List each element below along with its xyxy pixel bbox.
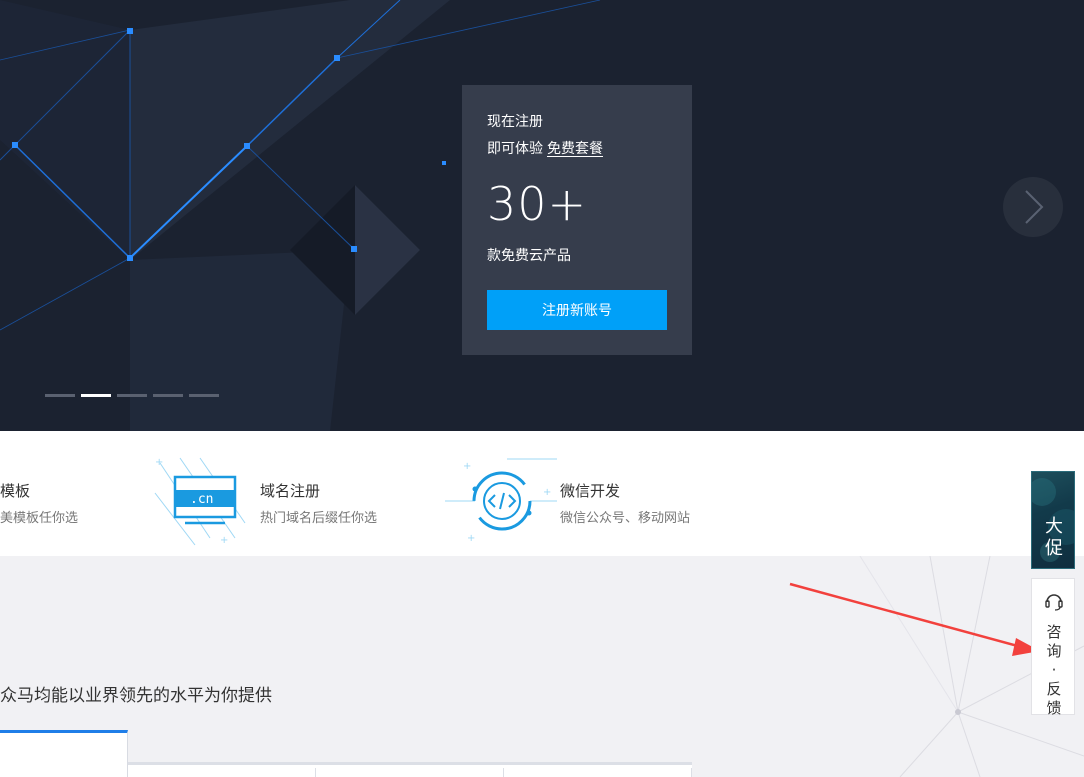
consult-feedback-label: 咨询·反馈 [1046,623,1062,717]
carousel-dot-3[interactable] [117,394,147,397]
feature-domain[interactable]: + + .cn 域名注册 热门域名后缀任你选 [150,431,410,556]
svg-text:+: + [463,461,471,472]
feature-title: 域名注册 [260,482,321,500]
background-network-lines [789,556,1084,777]
svg-text:+: + [220,535,228,546]
chevron-right-icon [1025,190,1044,224]
consult-feedback-float-button[interactable]: 咨询·反馈 [1031,578,1075,717]
service-tab-strip [128,762,692,777]
feature-wechat[interactable]: + + + 微信开发 微信公众号、移动网站 [445,431,715,556]
service-tab-active[interactable] [0,730,128,777]
register-promo-card: 现在注册 即可体验 免费套餐 30+ 款免费云产品 注册新账号 [462,85,692,355]
feature-template[interactable]: 模板 美模板任你选 [0,431,140,556]
lower-section: 众马均能以业界领先的水平为你提供 [0,556,1084,777]
svg-text:+: + [155,457,163,468]
carousel-dot-2[interactable] [81,394,111,397]
feature-title: 模板 [0,482,31,500]
domain-cn-icon-text: .cn [190,492,213,507]
section-intro-text: 众马均能以业界领先的水平为你提供 [0,686,272,706]
carousel-dot-1[interactable] [45,394,75,397]
hero-banner: 现在注册 即可体验 免费套餐 30+ 款免费云产品 注册新账号 [0,0,1084,431]
feature-strip: 模板 美模板任你选 + + .cn 域名注册 热门域名后缀任你选 + + + 微… [0,431,1084,556]
svg-text:+: + [467,533,475,544]
carousel-dot-4[interactable] [153,394,183,397]
promo-try-text: 即可体验 [487,141,543,157]
headset-icon [1045,594,1063,611]
promo-product-subtitle: 款免费云产品 [487,248,571,264]
feature-desc: 微信公众号、移动网站 [560,511,691,526]
feature-desc: 热门域名后缀任你选 [260,511,378,526]
feature-desc: 美模板任你选 [0,511,79,526]
domain-cn-icon: + + .cn [154,457,246,546]
feature-title: 微信开发 [560,482,621,500]
register-account-button[interactable]: 注册新账号 [487,290,667,330]
carousel-dot-5[interactable] [189,394,219,397]
promo-line-try: 即可体验 免费套餐 [487,138,603,158]
promo-product-count: 30+ [487,177,588,231]
free-package-link[interactable]: 免费套餐 [547,141,603,157]
wechat-code-icon: + + + [445,458,557,544]
carousel-indicators [45,394,219,397]
promotion-label: 大促 [1045,516,1063,559]
carousel-next-button[interactable] [1003,177,1063,237]
svg-text:+: + [543,487,551,498]
promotion-float-button[interactable]: 大促 [1031,471,1075,569]
promo-line-register-now: 现在注册 [487,114,543,130]
